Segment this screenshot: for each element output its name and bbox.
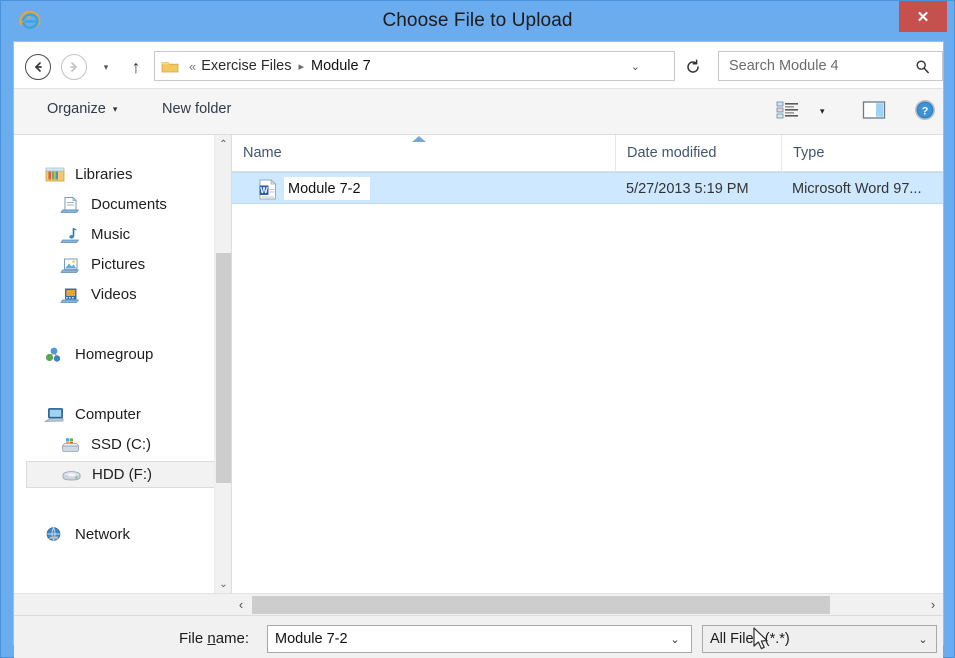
- column-header-label: Name: [243, 145, 282, 161]
- sidebar-item-pictures[interactable]: Pictures: [58, 251, 230, 278]
- new-folder-button[interactable]: New folder: [162, 101, 231, 117]
- organize-button[interactable]: Organize ▾: [47, 101, 117, 117]
- command-toolbar: Organize ▾ New folder ▾ ?: [14, 89, 943, 135]
- chevron-down-icon[interactable]: ⌄: [661, 633, 689, 646]
- forward-button[interactable]: [61, 54, 87, 80]
- up-one-level-button[interactable]: ↑: [124, 54, 148, 80]
- svg-text:W: W: [260, 186, 268, 195]
- recent-locations-dropdown[interactable]: ▾: [98, 59, 114, 75]
- music-icon: [58, 224, 84, 246]
- svg-text:?: ?: [922, 105, 929, 117]
- word-document-icon: W: [258, 179, 278, 200]
- file-name-label-part2: ame:: [215, 630, 250, 647]
- horizontal-scrollbar-thumb[interactable]: [252, 596, 830, 614]
- table-row[interactable]: W Module 7-2 5/27/2013 5:19 PM Microsoft…: [232, 172, 943, 204]
- breadcrumb-item-module-7[interactable]: Module 7: [311, 58, 371, 74]
- file-upload-dialog-window: Choose File to Upload ✕ ▾ ↑ « Exercise F…: [0, 0, 955, 658]
- window-title: Choose File to Upload: [382, 10, 573, 31]
- file-name-combobox[interactable]: ⌄: [267, 625, 692, 653]
- dialog-frame: ▾ ↑ « Exercise Files ▸ Module 7 ⌄ Search…: [13, 41, 944, 658]
- file-type-filter-select[interactable]: All Files (*.*) ⌄: [702, 625, 937, 653]
- sidebar-item-label: HDD (F:): [92, 466, 152, 483]
- dialog-footer: File name: ⌄ All Files (*.*) ⌄ Open Canc…: [14, 615, 943, 658]
- organize-label: Organize: [47, 101, 106, 117]
- ssd-drive-icon: [58, 434, 84, 456]
- search-icon: [911, 59, 933, 74]
- sidebar-item-label: Computer: [75, 406, 141, 423]
- sidebar-item-label: Homegroup: [75, 346, 154, 363]
- help-button[interactable]: ?: [914, 99, 938, 123]
- sidebar-item-libraries[interactable]: Libraries: [42, 161, 230, 188]
- sidebar-item-documents[interactable]: Documents: [58, 191, 230, 218]
- column-header-name[interactable]: Name: [232, 135, 615, 171]
- breadcrumb-separator[interactable]: ▸: [291, 60, 311, 73]
- chevron-down-icon: ⌄: [918, 633, 928, 646]
- network-icon: [42, 524, 68, 546]
- sidebar-item-computer[interactable]: Computer: [42, 401, 230, 428]
- sidebar-item-label: Documents: [91, 196, 167, 213]
- sidebar-item-homegroup[interactable]: Homegroup: [42, 341, 230, 368]
- sidebar-item-label: Libraries: [75, 166, 133, 183]
- file-name-input[interactable]: [273, 630, 661, 648]
- hdd-drive-icon: [59, 464, 85, 486]
- sidebar-scrollbar-thumb[interactable]: [216, 253, 231, 483]
- navigation-sidebar: Libraries Documents Music Pictures Video…: [14, 135, 230, 593]
- documents-icon: [58, 194, 84, 216]
- file-date-cell: 5/27/2013 5:19 PM: [626, 181, 749, 197]
- computer-icon: [42, 404, 68, 426]
- breadcrumb-overflow[interactable]: «: [184, 59, 201, 74]
- videos-icon: [58, 284, 84, 306]
- file-name-label-accesskey: n: [207, 630, 216, 647]
- breadcrumb-address-bar[interactable]: « Exercise Files ▸ Module 7 ⌄: [154, 51, 675, 81]
- column-header-row: Name Date modified Type S: [232, 135, 943, 172]
- sidebar-scrollbar[interactable]: ⌃ ⌄: [214, 135, 231, 593]
- view-mode-icon[interactable]: [776, 100, 802, 122]
- folder-icon: [161, 57, 181, 75]
- chevron-down-icon: ▾: [112, 103, 118, 114]
- column-header-date-modified[interactable]: Date modified: [615, 135, 781, 171]
- view-mode-dropdown-icon[interactable]: ▾: [820, 106, 825, 117]
- sidebar-item-hdd-f[interactable]: HDD (F:): [26, 461, 227, 488]
- column-header-type[interactable]: Type: [781, 135, 943, 171]
- sidebar-item-music[interactable]: Music: [58, 221, 230, 248]
- horizontal-scrollbar[interactable]: ‹ ›: [231, 593, 943, 615]
- search-box[interactable]: [718, 51, 943, 81]
- breadcrumb-dropdown-icon[interactable]: ⌄: [631, 52, 640, 80]
- scroll-down-arrow-icon[interactable]: ⌄: [215, 575, 232, 593]
- sidebar-item-label: SSD (C:): [91, 436, 151, 453]
- close-button[interactable]: ✕: [899, 1, 947, 32]
- file-type-filter-value: All Files (*.*): [710, 631, 790, 647]
- scroll-right-arrow-icon[interactable]: ›: [923, 594, 943, 615]
- sidebar-bottom-strip: [14, 593, 231, 615]
- file-name-cell[interactable]: Module 7-2: [284, 177, 370, 200]
- sidebar-item-label: Pictures: [91, 256, 146, 273]
- sidebar-item-label: Network: [75, 526, 131, 543]
- address-bar-row: ▾ ↑ « Exercise Files ▸ Module 7 ⌄: [14, 42, 943, 89]
- scroll-left-arrow-icon[interactable]: ‹: [231, 594, 251, 615]
- file-name-label: File name:: [179, 630, 249, 647]
- search-input[interactable]: [727, 57, 911, 75]
- sidebar-item-label: Music: [91, 226, 131, 243]
- preview-pane-icon[interactable]: [862, 100, 888, 122]
- sort-ascending-icon: [412, 136, 426, 142]
- sidebar-item-ssd-c[interactable]: SSD (C:): [58, 431, 230, 458]
- homegroup-icon: [42, 344, 68, 366]
- file-list-pane: Name Date modified Type S W: [231, 135, 943, 593]
- title-bar: Choose File to Upload ✕: [1, 1, 954, 41]
- libraries-icon: [42, 164, 68, 186]
- sidebar-item-videos[interactable]: Videos: [58, 281, 230, 308]
- breadcrumb-item-exercise-files[interactable]: Exercise Files: [201, 58, 291, 74]
- file-name-label-part1: File: [179, 630, 208, 647]
- scroll-up-arrow-icon[interactable]: ⌃: [215, 135, 232, 153]
- refresh-icon[interactable]: [681, 55, 705, 79]
- sidebar-item-network[interactable]: Network: [42, 521, 230, 548]
- pictures-icon: [58, 254, 84, 276]
- file-type-cell: Microsoft Word 97...: [792, 181, 922, 197]
- sidebar-item-label: Videos: [91, 286, 137, 303]
- back-button[interactable]: [25, 54, 51, 80]
